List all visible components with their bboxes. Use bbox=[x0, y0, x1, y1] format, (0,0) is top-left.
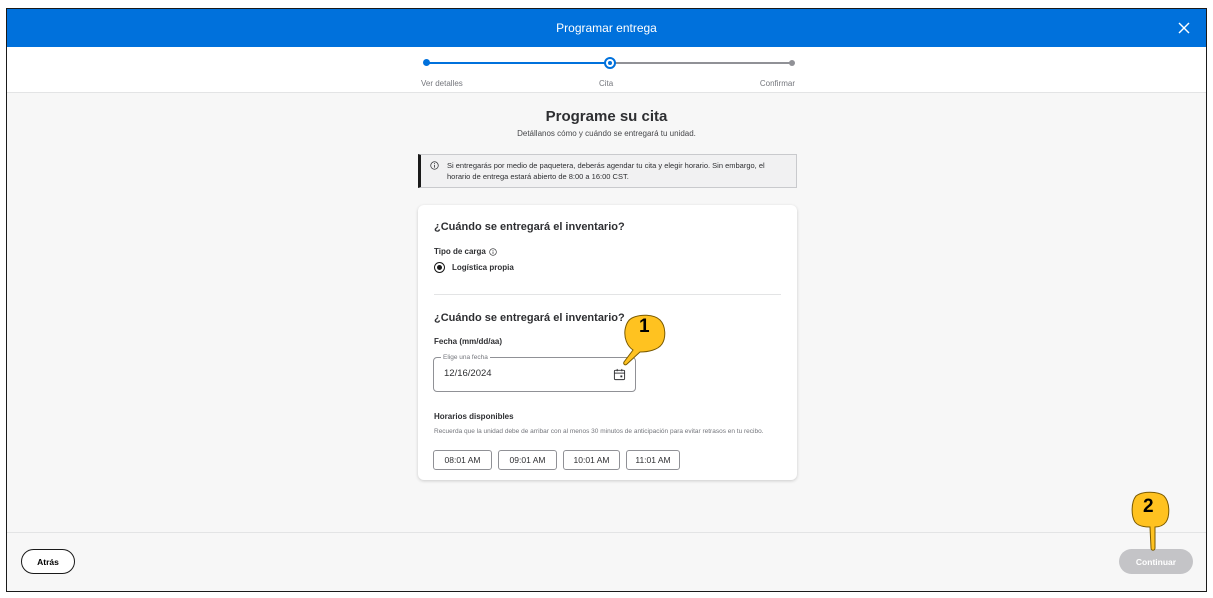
time-slot-button[interactable]: 09:01 AM bbox=[498, 450, 557, 470]
stepper-track-completed bbox=[425, 62, 609, 64]
progress-stepper: Ver detalles Cita Confirmar bbox=[421, 57, 795, 88]
modal-footer: Atrás Continuar bbox=[7, 532, 1206, 591]
stepper-dot-completed bbox=[423, 59, 430, 66]
date-field[interactable]: Elige una fecha bbox=[433, 353, 636, 392]
time-slot-button[interactable]: 11:01 AM bbox=[626, 450, 680, 470]
date-label: Fecha (mm/dd/aa) bbox=[434, 337, 503, 346]
annotation-marker-2: 2 bbox=[1128, 490, 1172, 554]
time-slot-button[interactable]: 10:01 AM bbox=[563, 450, 620, 470]
time-slot-button[interactable]: 08:01 AM bbox=[433, 450, 492, 470]
slots-hint: Recuerda que la unidad debe de arribar c… bbox=[434, 428, 764, 435]
modal-frame: Programar entrega Ver detalles Cita Conf… bbox=[6, 8, 1207, 592]
slots-label: Horarios disponibles bbox=[434, 412, 514, 421]
date-section-title: ¿Cuándo se entregará el inventario? bbox=[434, 312, 625, 324]
modal-title: Programar entrega bbox=[556, 21, 657, 35]
date-field-legend: Elige una fecha bbox=[441, 353, 490, 362]
step-label-confirm: Confirmar bbox=[759, 79, 795, 88]
section-divider bbox=[434, 294, 781, 295]
close-icon[interactable] bbox=[1174, 18, 1194, 38]
modal-header: Programar entrega bbox=[7, 9, 1206, 47]
alert-text: Si entregarás por medio de paquetera, de… bbox=[447, 161, 765, 181]
time-slot-list: 08:01 AM 09:01 AM 10:01 AM 11:01 AM bbox=[433, 450, 680, 470]
back-button[interactable]: Atrás bbox=[21, 549, 75, 574]
date-input[interactable] bbox=[444, 368, 604, 379]
load-type-label: Tipo de carga bbox=[434, 247, 497, 256]
annotation-number: 2 bbox=[1143, 496, 1154, 517]
info-icon bbox=[430, 161, 439, 170]
step-label-details: Ver detalles bbox=[421, 79, 463, 88]
page-subtitle: Detállanos cómo y cuándo se entregará tu… bbox=[517, 129, 696, 138]
load-section-title: ¿Cuándo se entregará el inventario? bbox=[434, 221, 625, 233]
stepper-dot-pending bbox=[789, 60, 795, 66]
annotation-number: 1 bbox=[639, 316, 650, 337]
stepper-dot-current bbox=[604, 57, 616, 69]
stepper-bar: Ver detalles Cita Confirmar bbox=[7, 47, 1206, 93]
load-type-label-text: Tipo de carga bbox=[434, 247, 486, 256]
step-label-appointment: Cita bbox=[599, 79, 614, 88]
annotation-marker-1: 1 bbox=[618, 312, 672, 372]
load-type-option-label: Logística propia bbox=[452, 263, 514, 272]
info-icon[interactable] bbox=[489, 247, 497, 256]
info-alert: Si entregarás por medio de paquetera, de… bbox=[418, 154, 797, 188]
load-type-option[interactable]: Logística propia bbox=[434, 262, 514, 273]
radio-selected-icon[interactable] bbox=[434, 262, 445, 273]
page-title: Programe su cita bbox=[545, 108, 668, 125]
stepper-track-pending bbox=[609, 62, 793, 64]
appointment-card: ¿Cuándo se entregará el inventario? Tipo… bbox=[418, 205, 797, 480]
